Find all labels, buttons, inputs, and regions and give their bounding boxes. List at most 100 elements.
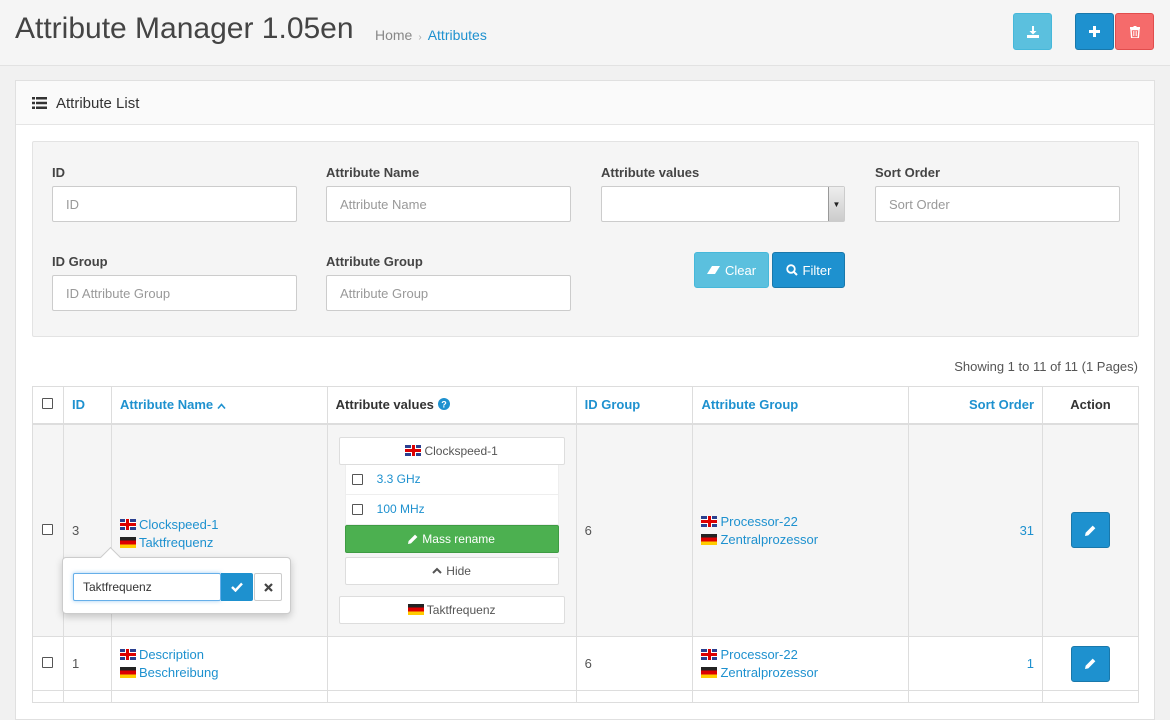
uk-flag-icon	[405, 445, 422, 457]
filter-group-id-input[interactable]	[52, 275, 297, 311]
svg-text:?: ?	[441, 400, 447, 410]
filter-sort-input[interactable]	[875, 186, 1120, 222]
edit-button[interactable]	[1071, 645, 1111, 682]
filter-button[interactable]: Filter	[772, 252, 845, 288]
row-group-cell: Processor-22 Zentralprozessor	[692, 636, 910, 691]
sort-by-group[interactable]: Attribute Group	[701, 397, 798, 412]
row-values-cell	[326, 636, 577, 691]
col-name: Attribute Name	[110, 386, 328, 425]
value-checkbox[interactable]	[351, 473, 363, 485]
value-item: 3.3 GHz	[344, 464, 559, 495]
attribute-table: ID Attribute Name Attribute values ? ID …	[32, 386, 1139, 703]
inline-edit-cancel-button[interactable]	[254, 573, 282, 601]
sort-by-sort-order[interactable]: Sort Order	[969, 397, 1034, 412]
row-cell	[110, 690, 328, 703]
hide-button[interactable]: Hide	[344, 556, 559, 585]
edit-button[interactable]	[1071, 512, 1111, 549]
row-cell	[326, 690, 577, 703]
download-button[interactable]	[1013, 13, 1052, 50]
select-all-checkbox[interactable]	[42, 398, 54, 410]
download-icon	[1026, 25, 1039, 38]
pencil-icon	[408, 534, 418, 544]
group-en-link[interactable]: Processor-22	[720, 514, 797, 529]
row-cell	[62, 690, 112, 703]
row-sort-cell: 31	[908, 423, 1044, 637]
col-action: Action	[1042, 386, 1139, 425]
filter-id-input[interactable]	[52, 186, 297, 222]
filter-form: ID Attribute Name Attribute values ▼ Sor…	[32, 141, 1139, 337]
group-en-link[interactable]: Processor-22	[720, 647, 797, 662]
group-de-link[interactable]: Zentralprozessor	[720, 665, 818, 680]
name-en-link[interactable]: Clockspeed-1	[139, 517, 219, 532]
help-icon[interactable]: ?	[437, 398, 450, 411]
inline-edit-input[interactable]	[73, 573, 221, 601]
inline-edit-confirm-button[interactable]	[221, 573, 253, 601]
filter-name-input[interactable]	[326, 186, 571, 222]
sort-by-id[interactable]: ID	[72, 397, 85, 412]
breadcrumb: Home › Attributes	[375, 27, 487, 43]
values-header-en-label: Clockspeed-1	[424, 443, 498, 458]
breadcrumb-attributes[interactable]: Attributes	[428, 27, 487, 43]
de-flag-icon	[119, 667, 136, 678]
filter-id-label: ID	[52, 165, 65, 180]
mass-rename-button[interactable]: Mass rename	[344, 524, 559, 553]
delete-button[interactable]	[1115, 13, 1154, 50]
search-icon	[785, 264, 798, 276]
row-id: 1	[62, 636, 112, 691]
filter-values-select[interactable]: ▼	[601, 186, 845, 222]
col-values: Attribute values ?	[326, 386, 577, 425]
select-arrow-icon[interactable]: ▼	[828, 187, 844, 221]
uk-flag-icon	[701, 649, 718, 660]
value-link[interactable]: 3.3 GHz	[377, 472, 421, 486]
row-values-cell: Clockspeed-1 3.3 GHz 100 MHz Mass rename…	[326, 423, 577, 637]
row-checkbox[interactable]	[42, 657, 54, 668]
uk-flag-icon	[119, 649, 136, 660]
clear-button[interactable]: Clear	[694, 252, 769, 288]
row-cell	[32, 690, 64, 703]
de-flag-icon	[701, 533, 718, 545]
row-cell	[575, 690, 694, 703]
row-checkbox[interactable]	[42, 523, 54, 535]
row-sort-cell: 1	[908, 636, 1044, 691]
filter-group-input[interactable]	[326, 275, 571, 311]
de-flag-icon	[119, 536, 136, 548]
value-checkbox[interactable]	[351, 503, 363, 515]
attribute-list-panel: Attribute List ID Attribute Name Attribu…	[15, 80, 1155, 720]
col-group-id: ID Group	[575, 386, 694, 425]
plus-icon	[1089, 26, 1100, 37]
checkmark-icon	[231, 582, 243, 592]
panel-heading: Attribute List	[16, 81, 1154, 125]
uk-flag-icon	[701, 515, 718, 527]
values-header-de[interactable]: Taktfrequenz	[338, 595, 565, 624]
sort-order-link[interactable]: 1	[1027, 656, 1034, 671]
values-header-en[interactable]: Clockspeed-1	[338, 436, 565, 465]
name-en-link[interactable]: Description	[139, 647, 204, 662]
sort-order-link[interactable]: 31	[1020, 523, 1034, 538]
col-sort: Sort Order	[908, 386, 1044, 425]
breadcrumb-home[interactable]: Home	[375, 27, 412, 43]
group-de-link[interactable]: Zentralprozessor	[720, 532, 818, 547]
uk-flag-icon	[119, 518, 136, 530]
name-de-link[interactable]: Taktfrequenz	[139, 535, 213, 550]
row-cell	[692, 690, 910, 703]
pencil-icon	[1085, 525, 1096, 536]
col-id: ID	[62, 386, 112, 425]
de-flag-icon	[407, 604, 424, 616]
values-box: Clockspeed-1 3.3 GHz 100 MHz Mass rename…	[338, 436, 565, 624]
filter-group-label: Attribute Group	[326, 254, 423, 269]
add-button[interactable]	[1075, 13, 1114, 50]
filter-name-label: Attribute Name	[326, 165, 420, 180]
name-de-link[interactable]: Beschreibung	[139, 665, 219, 680]
select-all-cell	[32, 386, 64, 425]
table-row	[32, 690, 1139, 703]
sort-by-name[interactable]: Attribute Name	[120, 397, 226, 412]
filter-sort-label: Sort Order	[875, 165, 941, 180]
col-group: Attribute Group	[692, 386, 910, 425]
table-header-row: ID Attribute Name Attribute values ? ID …	[32, 386, 1139, 425]
sort-by-group-id[interactable]: ID Group	[585, 397, 641, 412]
close-icon	[263, 582, 273, 592]
value-link[interactable]: 100 MHz	[377, 502, 425, 516]
pagination-info: Showing 1 to 11 of 11 (1 Pages)	[954, 359, 1138, 374]
filter-label: Filter	[802, 262, 832, 278]
row-group-id: 6	[575, 636, 694, 691]
